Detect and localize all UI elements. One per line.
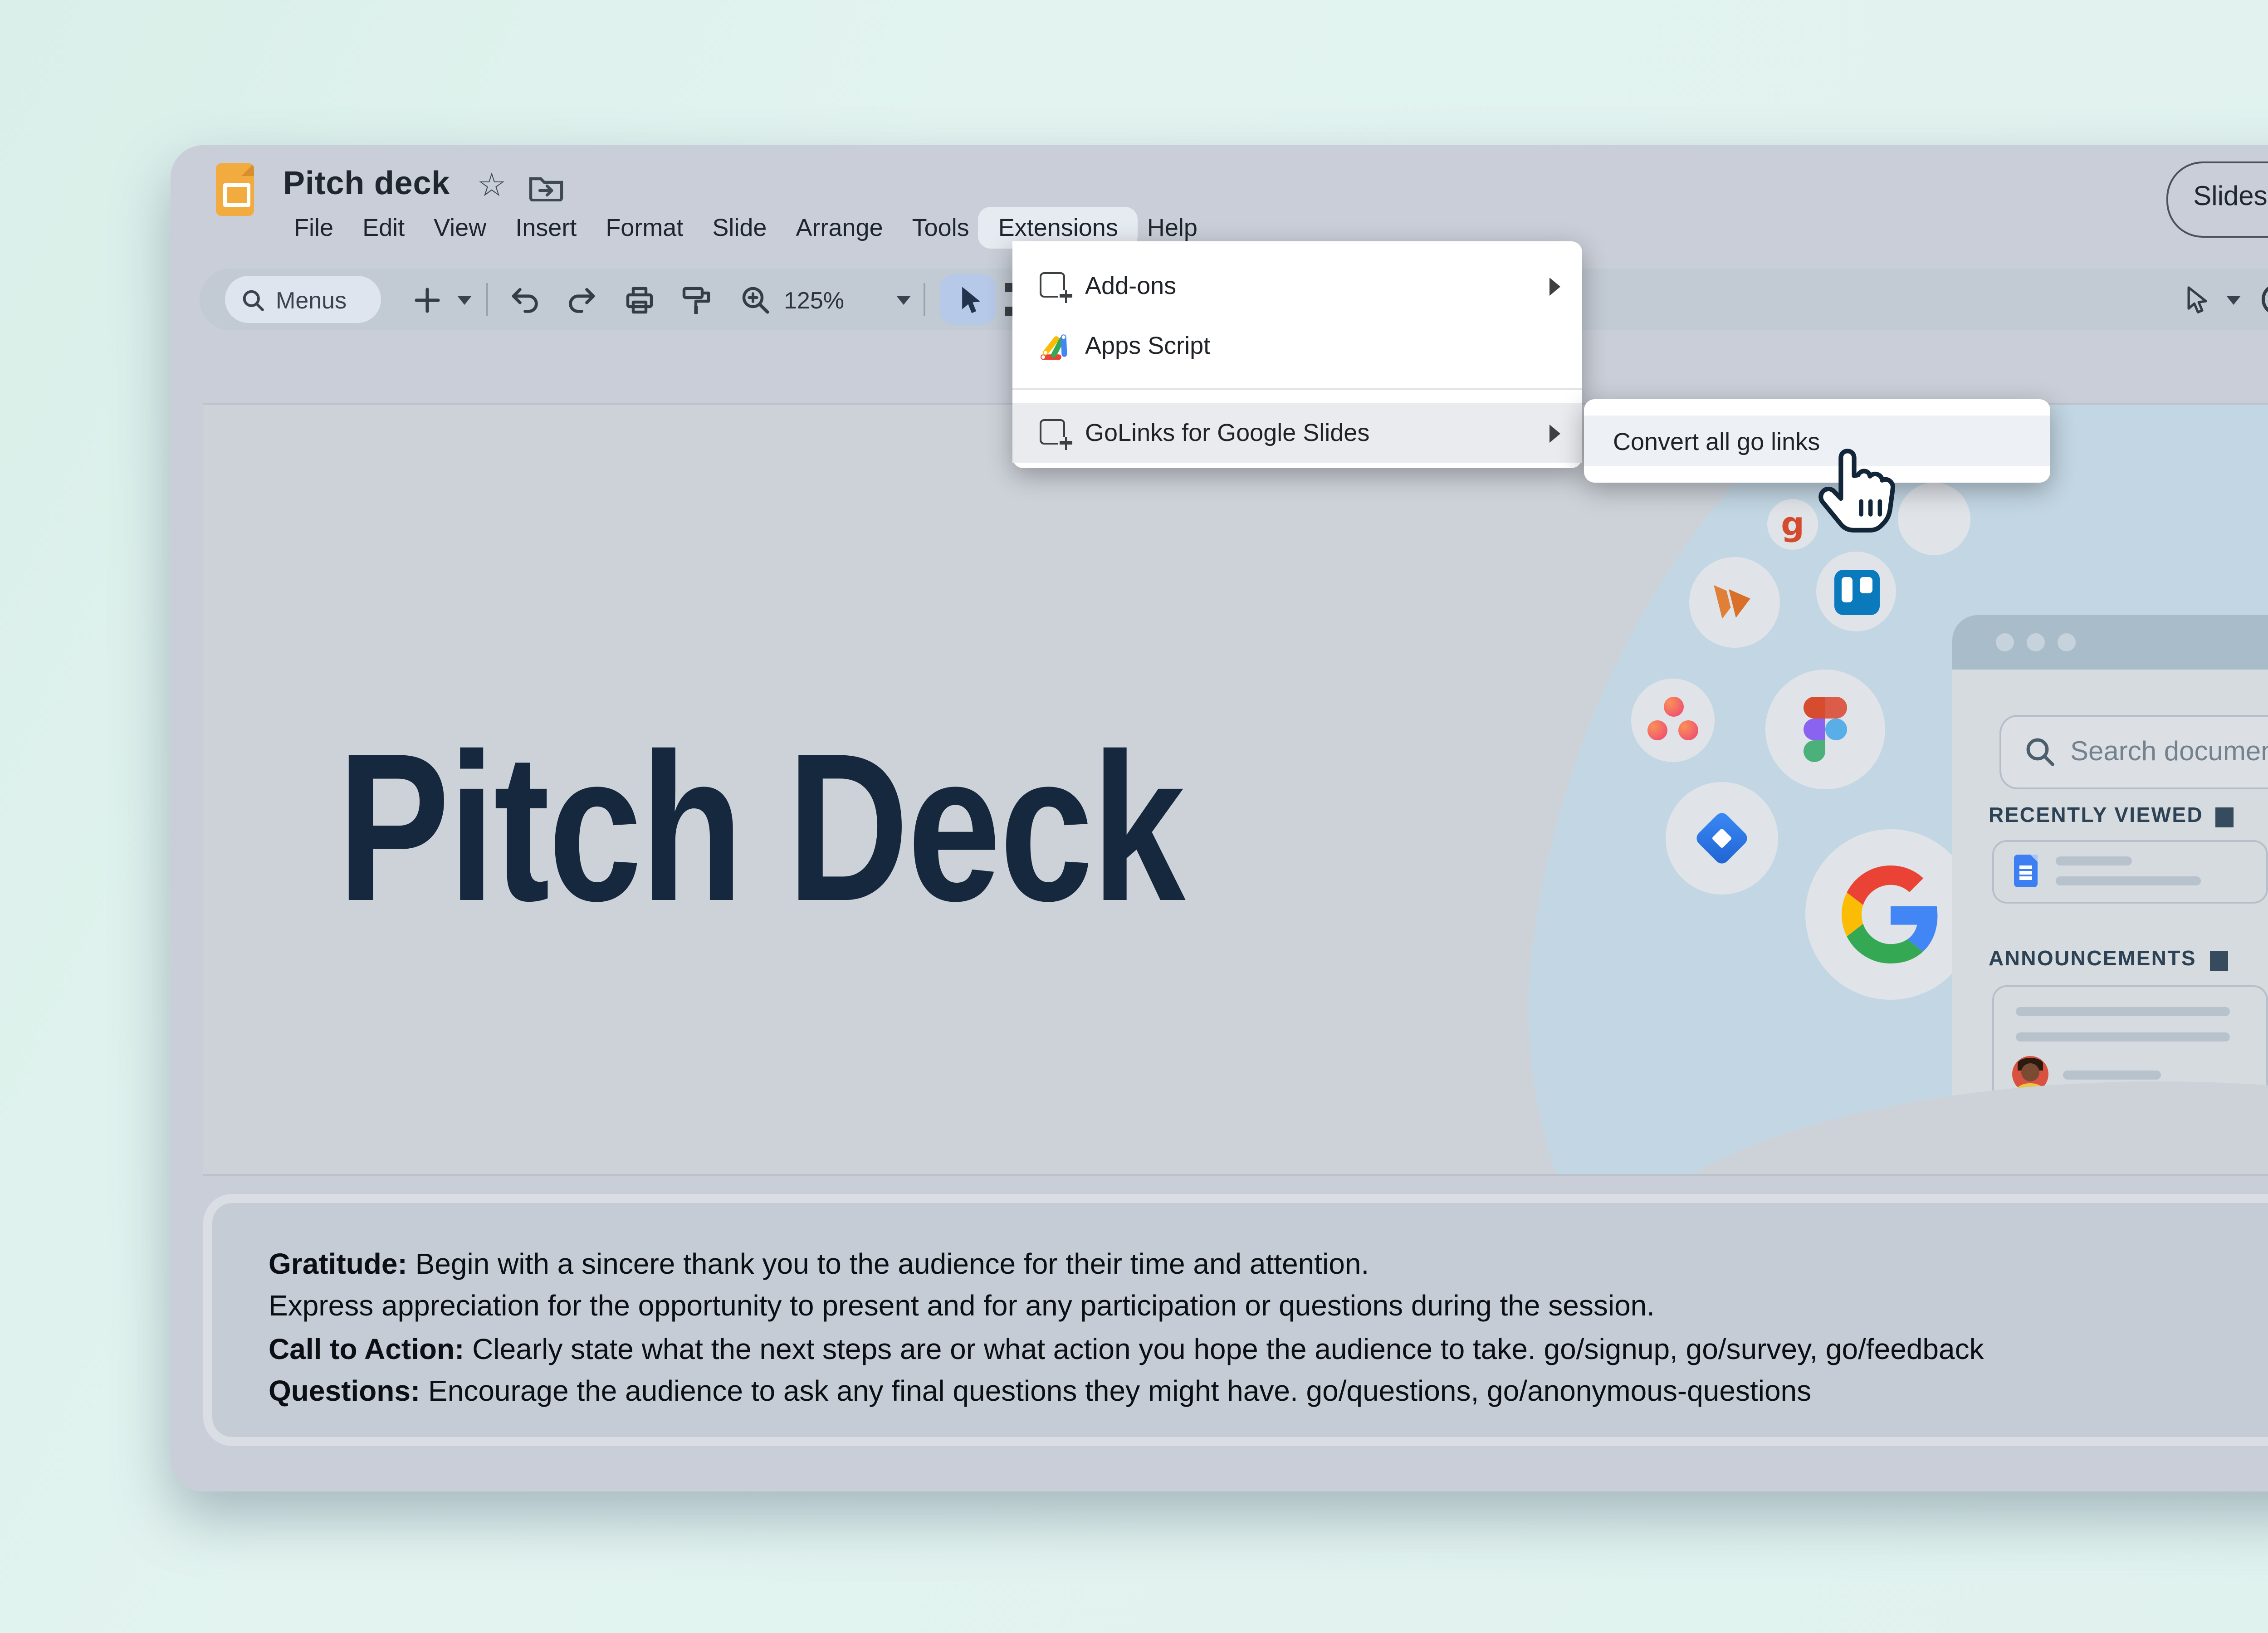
add-box-icon	[1038, 269, 1070, 302]
trello-logo	[1833, 569, 1879, 614]
gusto-app-icon: g	[1767, 499, 1818, 550]
menu-arrange[interactable]: Arrange	[796, 213, 883, 240]
pointer-options-dropdown[interactable]	[2217, 283, 2250, 316]
notes-line: Gratitude: Begin with a sincere thank yo…	[269, 1245, 1984, 1287]
slides-logo-fold	[241, 163, 254, 176]
orange-arrows-glyph	[1709, 579, 1760, 626]
notes-line: Call to Action: Clearly state what the n…	[269, 1330, 1984, 1372]
zoom-level-control[interactable]: 125%	[784, 287, 844, 314]
recent-doc-card	[1992, 840, 2268, 904]
slides-logo-inner-rect	[223, 183, 250, 207]
jira-logo	[1691, 807, 1753, 869]
window-dot-icon	[1996, 633, 2014, 651]
toolbar-menus-label: Menus	[276, 286, 347, 313]
figma-logo	[1804, 697, 1847, 762]
add-box-icon	[1038, 416, 1070, 449]
toolbar-divider	[486, 283, 489, 316]
screen: Pitch deck ☆ File Edit View Insert Forma…	[0, 0, 2268, 1633]
menu-item-apps-script[interactable]: Apps Script	[1012, 316, 1582, 376]
undo-icon	[509, 285, 540, 314]
google-app-icon	[1805, 829, 1976, 1000]
toolbar-divider	[924, 283, 926, 316]
asana-app-icon	[1631, 679, 1715, 762]
paint-format-button[interactable]	[680, 283, 713, 316]
speaker-notes-box[interactable]: Gratitude: Begin with a sincere thank yo…	[203, 1194, 2268, 1446]
apps-script-icon	[1038, 329, 1070, 362]
document-title[interactable]: Pitch deck	[283, 165, 450, 203]
redo-icon	[565, 285, 596, 314]
new-slide-dropdown[interactable]	[448, 283, 481, 316]
gusto-g-glyph: g	[1781, 505, 1804, 543]
mockup-titlebar	[1952, 615, 2268, 670]
orange-arrows-app-icon	[1689, 557, 1780, 648]
figma-app-icon	[1765, 670, 1885, 789]
slide-canvas[interactable]: g	[203, 403, 2268, 1176]
zoom-tool-button[interactable]	[738, 283, 771, 316]
extensions-dropdown-menu: Add-ons Apps Script	[1012, 241, 1582, 468]
asana-logo	[1647, 697, 1698, 744]
pointer-cursor-icon	[2183, 284, 2208, 315]
menubar: File Edit View Insert Format Slide Arran…	[294, 207, 1198, 247]
menu-format[interactable]: Format	[606, 213, 683, 240]
zoom-in-icon	[739, 284, 770, 315]
jira-app-icon	[1666, 782, 1778, 895]
announcements-heading: ANNOUNCEMENTS	[1989, 949, 2227, 971]
caret-down-icon	[896, 295, 911, 304]
notes-line: Questions: Encourage the audience to ask…	[269, 1372, 1984, 1415]
notes-line: Express appreciation for the opportunity…	[269, 1287, 1984, 1330]
search-icon	[2025, 737, 2056, 768]
submenu-arrow-icon	[1549, 277, 1560, 295]
zoom-level-dropdown[interactable]	[887, 283, 920, 316]
google-slides-logo-icon	[216, 163, 254, 216]
new-slide-button[interactable]	[410, 283, 443, 316]
print-button[interactable]	[622, 283, 655, 316]
menu-divider	[1012, 388, 1582, 390]
menu-file[interactable]: File	[294, 213, 333, 240]
slide-title-textbox[interactable]: Pitch Deck	[337, 722, 1184, 933]
menu-item-add-ons[interactable]: Add-ons	[1012, 256, 1582, 316]
folder-move-icon	[528, 172, 564, 201]
menu-help[interactable]: Help	[1147, 213, 1198, 240]
pointer-tool-button[interactable]	[2179, 283, 2212, 316]
plus-icon	[413, 286, 440, 313]
recently-viewed-heading: RECENTLY VIEWED	[1989, 806, 2234, 827]
menu-slide[interactable]: Slide	[712, 213, 767, 240]
select-cursor-icon	[955, 284, 981, 315]
spotlight-tool-button[interactable]	[2259, 283, 2268, 316]
move-to-folder-button[interactable]	[528, 172, 564, 210]
select-tool-button-active[interactable]	[940, 274, 996, 325]
mockup-search-bar: Search documents, tasks, people	[1999, 715, 2268, 789]
mockup-search-placeholder: Search documents, tasks, people	[2070, 737, 2268, 768]
toolbar-menus-search-button[interactable]: Menus	[225, 276, 381, 323]
slideshow-button[interactable]: Slideshow	[2168, 163, 2268, 236]
slideshow-button-group: Slideshow	[2166, 161, 2268, 238]
hand-pointer-cursor	[1814, 446, 1898, 543]
window-dot-icon	[2027, 633, 2045, 651]
menu-item-golinks[interactable]: GoLinks for Google Slides	[1012, 403, 1582, 463]
window-dot-icon	[2058, 633, 2076, 651]
menu-edit[interactable]: Edit	[362, 213, 405, 240]
hidden-app-circle	[1898, 483, 1970, 555]
speaker-notes-text: Gratitude: Begin with a sincere thank yo…	[269, 1245, 1984, 1415]
caret-down-icon	[457, 295, 472, 304]
redo-button[interactable]	[564, 283, 597, 316]
undo-button[interactable]	[508, 283, 541, 316]
google-docs-icon	[2014, 855, 2038, 887]
star-document-button[interactable]: ☆	[474, 167, 510, 203]
caret-down-icon	[2226, 295, 2241, 304]
menu-view[interactable]: View	[434, 213, 486, 240]
google-g-logo	[1842, 865, 1940, 963]
printer-icon	[623, 284, 654, 315]
submenu-arrow-icon	[1549, 424, 1560, 442]
trello-app-icon	[1816, 552, 1896, 631]
paint-roller-icon	[680, 284, 713, 315]
record-circle-icon	[2259, 283, 2268, 316]
menu-tools[interactable]: Tools	[912, 213, 969, 240]
search-icon	[241, 288, 265, 311]
heading-square-icon	[2209, 950, 2227, 970]
menu-insert[interactable]: Insert	[515, 213, 577, 240]
heading-square-icon	[2216, 807, 2234, 826]
